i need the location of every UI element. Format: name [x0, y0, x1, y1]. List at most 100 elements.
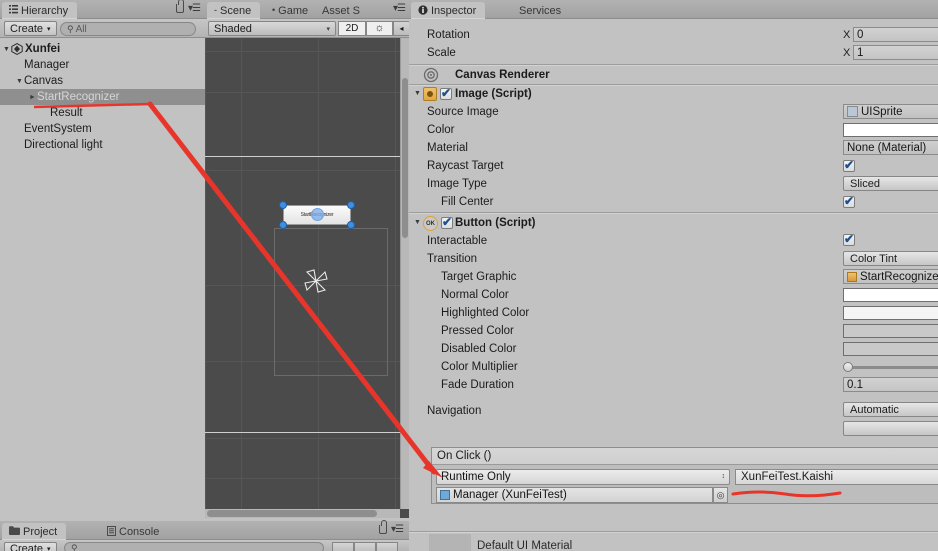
tab-project[interactable]: Project	[2, 523, 67, 540]
resize-handle-br[interactable]	[347, 221, 355, 229]
hamburger-menu-icon[interactable]: ▾☰	[393, 3, 406, 14]
rotation-axis-x-label: X	[843, 29, 851, 41]
image-component-title: Image (Script)	[455, 88, 532, 100]
hierarchy-item-label: Xunfei	[25, 43, 61, 55]
navigation-popup[interactable]: Automatic	[843, 402, 938, 417]
hierarchy-item-manager[interactable]: Manager	[0, 57, 205, 73]
label-scale: Scale	[427, 47, 456, 59]
toggle-audio-button[interactable]: ◂	[393, 21, 409, 36]
unity-scene-icon	[11, 43, 23, 55]
hamburger-menu-icon[interactable]: ▾☰	[188, 3, 201, 14]
hamburger-menu-icon[interactable]: ▾☰	[391, 524, 404, 535]
button-component-enabled-checkbox[interactable]	[441, 215, 453, 229]
on-click-target-object-value: Manager (XunFeiTest)	[453, 489, 567, 501]
chevron-down-icon: ▾	[326, 25, 330, 33]
hierarchy-item-startrecognizer[interactable]: ► StartRecognizer	[0, 89, 205, 105]
fill-center-checkbox[interactable]	[843, 194, 855, 208]
search-input-placeholder: All	[75, 23, 87, 35]
tab-hierarchy[interactable]: Hierarchy	[2, 2, 78, 19]
on-click-mode-dropdown[interactable]: Runtime Only ↕	[436, 469, 730, 485]
search-icon: ⚲	[67, 23, 74, 34]
hierarchy-item-directional-light[interactable]: Directional light	[0, 137, 205, 153]
tab-inspector[interactable]: Inspector	[411, 2, 486, 19]
rotation-x-value: 0	[857, 28, 864, 41]
sprite-icon	[847, 106, 858, 117]
foldout-open-icon[interactable]: ▼	[15, 78, 24, 85]
create-button[interactable]: Create ▾	[4, 21, 57, 36]
resize-handle-tr[interactable]	[347, 201, 355, 209]
project-search-input[interactable]: ⚲	[64, 542, 324, 551]
on-click-mode-value: Runtime Only	[441, 471, 511, 483]
on-click-function-field[interactable]: XunFeiTest.Kaishi	[735, 469, 938, 485]
image-component-enabled-checkbox[interactable]	[440, 86, 452, 100]
project-filter-label-button[interactable]	[354, 542, 376, 551]
lock-icon[interactable]	[379, 520, 388, 534]
disabled-color-swatch[interactable]	[843, 342, 938, 356]
button-component-foldout[interactable]: ▼	[414, 219, 421, 226]
target-picker-icon[interactable]: ◎	[713, 487, 728, 503]
resize-handle-bl[interactable]	[279, 221, 287, 229]
search-input[interactable]: ⚲ All	[60, 22, 196, 36]
interactable-checkbox[interactable]	[843, 232, 855, 246]
tab-scene[interactable]: - Scene	[207, 2, 261, 19]
image-color-swatch[interactable]	[843, 123, 938, 137]
rotation-x-field[interactable]: 0	[853, 27, 938, 42]
target-graphic-field[interactable]: StartRecognize	[843, 269, 938, 284]
material-preview-thumb	[429, 534, 471, 551]
scene-viewport[interactable]: StartRecognizer	[205, 38, 409, 518]
pressed-color-swatch[interactable]	[843, 324, 938, 338]
transition-popup[interactable]: Color Tint	[843, 251, 938, 266]
source-image-field[interactable]: UISprite	[843, 104, 938, 119]
button-component-title: Button (Script)	[455, 217, 536, 229]
pivot-handle[interactable]	[311, 208, 324, 221]
updown-arrows-icon: ↕	[721, 473, 726, 480]
hierarchy-item-canvas[interactable]: ▼ Canvas	[0, 73, 205, 89]
hierarchy-toolbar: Create ▾ ⚲ All	[0, 19, 205, 38]
image-component-foldout[interactable]: ▼	[414, 90, 421, 97]
project-create-button[interactable]: Create ▾	[4, 542, 57, 551]
move-gizmo-icon[interactable]	[301, 266, 331, 296]
label-raycast-target: Raycast Target	[427, 160, 504, 172]
draw-mode-dropdown[interactable]: Shaded ▾	[208, 21, 336, 36]
label-fade-duration: Fade Duration	[441, 379, 514, 391]
label-transition: Transition	[427, 253, 478, 265]
sun-icon: ☼	[374, 22, 385, 34]
tab-services[interactable]: Services	[512, 2, 570, 19]
normal-color-swatch[interactable]	[843, 288, 938, 302]
tab-game[interactable]: • Game	[265, 2, 317, 19]
source-image-value: UISprite	[861, 105, 903, 118]
image-type-popup[interactable]: Sliced	[843, 176, 938, 191]
toggle-lighting-button[interactable]: ☼	[366, 21, 393, 36]
visualize-navigation-button[interactable]	[843, 421, 938, 436]
scene-vscrollbar[interactable]	[400, 38, 409, 509]
color-multiplier-slider-track[interactable]	[849, 366, 938, 369]
bottom-tabstrip: Project Console ▾☰	[0, 520, 409, 540]
tab-project-label: Project	[23, 525, 58, 538]
hierarchy-item-eventsystem[interactable]: EventSystem	[0, 121, 205, 137]
on-click-target-object-field[interactable]: Manager (XunFeiTest)	[436, 487, 713, 503]
project-favorites-button[interactable]	[376, 542, 398, 551]
foldout-open-icon[interactable]: ▼	[2, 46, 11, 53]
project-filter-type-button[interactable]	[332, 542, 354, 551]
hierarchy-item-label: Canvas	[24, 75, 63, 87]
hierarchy-item-label: Manager	[24, 59, 70, 71]
resize-handle-tl[interactable]	[279, 201, 287, 209]
toggle-2d-button[interactable]: 2D	[338, 21, 366, 36]
scene-hscrollbar[interactable]	[205, 509, 400, 518]
foldout-closed-icon[interactable]: ►	[28, 94, 37, 101]
raycast-target-checkbox[interactable]	[843, 158, 855, 172]
color-multiplier-slider-knob[interactable]	[843, 362, 853, 372]
hierarchy-item-result[interactable]: Result	[0, 105, 205, 121]
tab-console[interactable]: Console	[100, 523, 168, 540]
hierarchy-item-label: Directional light	[24, 139, 103, 151]
inspector-panel: Inspector Services Rotation X 0 Scale X …	[409, 0, 938, 551]
fade-duration-field[interactable]: 0.1	[843, 377, 938, 392]
material-field[interactable]: None (Material)	[843, 140, 938, 155]
lock-icon[interactable]	[176, 0, 185, 13]
hierarchy-item-xunfei[interactable]: ▼ Xunfei	[0, 41, 205, 57]
highlighted-color-swatch[interactable]	[843, 306, 938, 320]
image-type-value: Sliced	[850, 177, 880, 190]
scale-x-field[interactable]: 1	[853, 45, 938, 60]
hierarchy-tabstrip: Hierarchy ▾☰	[0, 0, 205, 19]
tab-asset-store[interactable]: Asset S	[315, 2, 369, 19]
